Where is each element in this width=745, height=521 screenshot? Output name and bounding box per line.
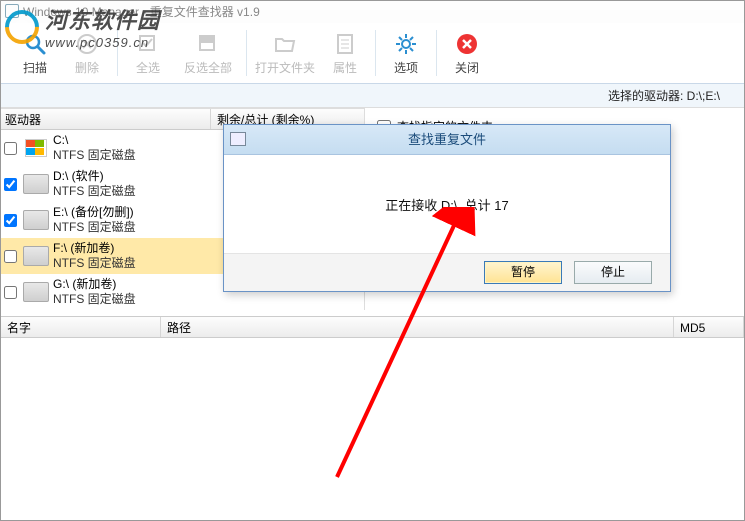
results-header: 名字 路径 MD5	[1, 316, 744, 338]
pause-button[interactable]: 暂停	[484, 261, 562, 284]
invert-icon	[196, 32, 220, 56]
drive-name: C:\	[53, 133, 224, 148]
dialog-buttons: 暂停 停止	[224, 253, 670, 291]
drive-checkbox[interactable]	[4, 178, 17, 191]
drive-col-name[interactable]: 驱动器	[1, 109, 211, 129]
gear-icon	[394, 32, 418, 56]
dialog-message: 正在接收 D:\, 总计 17	[385, 195, 509, 214]
watermark: 河东软件园 www.pc0359.cn	[5, 3, 160, 50]
scan-label: 扫描	[9, 59, 61, 76]
open-folder-label: 打开文件夹	[251, 59, 319, 76]
selected-drives-bar: 选择的驱动器: D:\;E:\	[1, 84, 744, 108]
dialog-body: 正在接收 D:\, 总计 17	[224, 155, 670, 253]
dialog-titlebar[interactable]: 查找重复文件	[224, 125, 670, 155]
col-md5[interactable]: MD5	[674, 317, 744, 337]
watermark-url: www.pc0359.cn	[45, 35, 160, 50]
watermark-logo-icon	[5, 10, 39, 44]
stop-button[interactable]: 停止	[574, 261, 652, 284]
drive-checkbox[interactable]	[4, 250, 17, 263]
invert-button[interactable]: 反选全部	[174, 30, 242, 76]
selected-drives-text: 选择的驱动器: D:\;E:\	[608, 89, 720, 103]
select-all-label: 全选	[122, 59, 174, 76]
close-icon	[455, 32, 479, 56]
watermark-text: 河东软件园 www.pc0359.cn	[45, 3, 160, 50]
dialog-title: 查找重复文件	[408, 132, 486, 147]
drive-checkbox[interactable]	[4, 214, 17, 227]
scan-dialog: 查找重复文件 正在接收 D:\, 总计 17 暂停 停止	[223, 124, 671, 292]
drive-checkbox[interactable]	[4, 286, 17, 299]
options-button[interactable]: 选项	[380, 30, 432, 76]
dialog-icon	[230, 132, 246, 146]
hdd-icon	[23, 246, 49, 266]
toolbar-sep	[375, 30, 376, 76]
watermark-cn: 河东软件园	[45, 3, 160, 35]
drive-checkbox[interactable]	[4, 142, 17, 155]
col-path[interactable]: 路径	[161, 317, 674, 337]
col-name[interactable]: 名字	[1, 317, 161, 337]
toolbar-sep	[246, 30, 247, 76]
close-label: 关闭	[441, 59, 493, 76]
open-folder-button[interactable]: 打开文件夹	[251, 30, 319, 76]
drive-fs: NTFS 固定磁盘	[53, 148, 224, 163]
toolbar-sep	[436, 30, 437, 76]
close-button[interactable]: 关闭	[441, 30, 493, 76]
invert-label: 反选全部	[174, 59, 242, 76]
properties-icon	[333, 32, 357, 56]
delete-label: 删除	[61, 59, 113, 76]
folder-open-icon	[273, 32, 297, 56]
windows-icon	[25, 139, 47, 157]
drive-fs: NTFS 固定磁盘	[53, 292, 364, 307]
properties-button[interactable]: 属性	[319, 30, 371, 76]
properties-label: 属性	[319, 59, 371, 76]
hdd-icon	[23, 210, 49, 230]
options-label: 选项	[380, 59, 432, 76]
hdd-icon	[23, 174, 49, 194]
hdd-icon	[23, 282, 49, 302]
